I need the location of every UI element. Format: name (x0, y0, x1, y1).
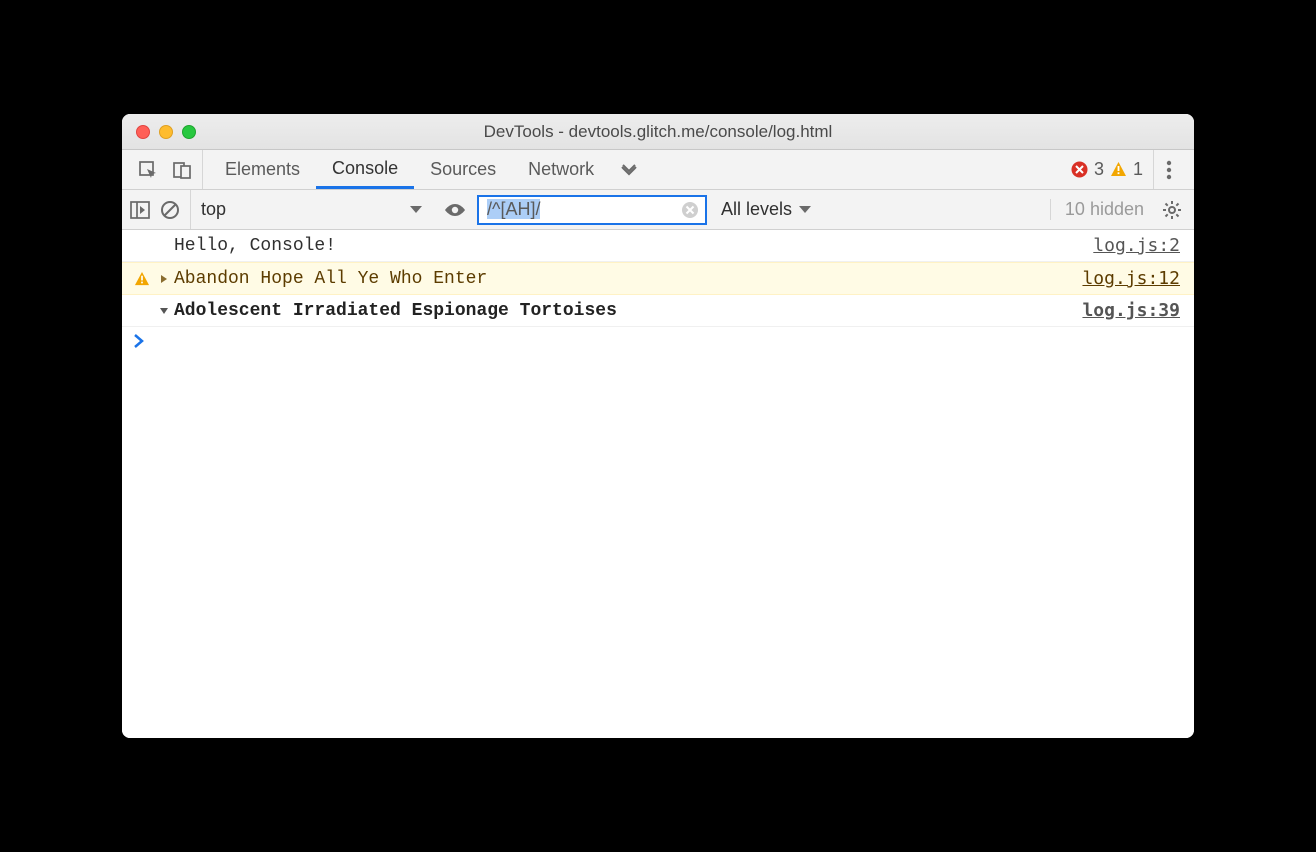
context-value: top (201, 199, 401, 220)
devtools-window: DevTools - devtools.glitch.me/console/lo… (122, 114, 1194, 738)
log-message: Adolescent Irradiated Espionage Tortoise… (174, 301, 1082, 321)
tab-label: Network (528, 159, 594, 180)
tab-network[interactable]: Network (512, 150, 610, 189)
warning-icon (1110, 161, 1127, 178)
log-source-link[interactable]: log.js:12 (1082, 268, 1180, 289)
tab-label: Sources (430, 159, 496, 180)
log-source-link[interactable]: log.js:2 (1093, 235, 1180, 256)
console-settings-icon[interactable] (1154, 200, 1184, 220)
log-message: Abandon Hope All Ye Who Enter (174, 269, 1082, 289)
console-toolbar: top /^[AH]/ All levels 10 hidden (122, 190, 1194, 230)
filter-input-text: /^[AH]/ (487, 199, 542, 220)
issue-badges[interactable]: 3 1 (1071, 150, 1154, 189)
traffic-lights (136, 125, 196, 139)
window-maximize-button[interactable] (182, 125, 196, 139)
inspect-element-icon[interactable] (138, 160, 158, 180)
window-minimize-button[interactable] (159, 125, 173, 139)
device-toolbar-icon[interactable] (172, 160, 192, 180)
disclosure-triangle-icon[interactable] (154, 274, 174, 284)
error-icon (1071, 161, 1088, 178)
kebab-menu-icon[interactable] (1154, 150, 1184, 189)
tab-elements[interactable]: Elements (209, 150, 316, 189)
tab-console[interactable]: Console (316, 150, 414, 189)
disclosure-triangle-icon[interactable] (154, 306, 174, 316)
levels-label: All levels (721, 199, 792, 220)
warning-count: 1 (1133, 159, 1143, 180)
chevron-down-icon (798, 205, 812, 215)
console-row-warn[interactable]: Abandon Hope All Ye Who Enter log.js:12 (122, 262, 1194, 295)
console-sidebar-toggle-icon[interactable] (130, 201, 150, 219)
prompt-chevron-icon (132, 333, 146, 349)
tab-label: Console (332, 158, 398, 179)
log-levels-selector[interactable]: All levels (717, 199, 816, 220)
tabs-overflow-button[interactable] (610, 150, 648, 189)
window-close-button[interactable] (136, 125, 150, 139)
live-expression-icon[interactable] (443, 202, 467, 218)
console-prompt[interactable] (122, 327, 1194, 355)
tab-sources[interactable]: Sources (414, 150, 512, 189)
hidden-messages-count[interactable]: 10 hidden (1050, 199, 1144, 220)
console-row-group[interactable]: Adolescent Irradiated Espionage Tortoise… (122, 295, 1194, 327)
main-tabs-bar: Elements Console Sources Network 3 1 (122, 150, 1194, 190)
log-message: Hello, Console! (174, 236, 1093, 256)
titlebar: DevTools - devtools.glitch.me/console/lo… (122, 114, 1194, 150)
log-source-link[interactable]: log.js:39 (1082, 300, 1180, 321)
tab-label: Elements (225, 159, 300, 180)
console-row-log[interactable]: Hello, Console! log.js:2 (122, 230, 1194, 262)
execution-context-selector[interactable]: top (190, 190, 433, 229)
clear-filter-icon[interactable] (679, 201, 701, 219)
chevron-down-icon (409, 205, 423, 215)
warning-icon (130, 271, 154, 287)
error-count: 3 (1094, 159, 1104, 180)
console-output: Hello, Console! log.js:2 Abandon Hope Al… (122, 230, 1194, 738)
clear-console-icon[interactable] (160, 200, 180, 220)
window-title: DevTools - devtools.glitch.me/console/lo… (122, 122, 1194, 142)
tabs: Elements Console Sources Network (209, 150, 610, 189)
filter-input[interactable]: /^[AH]/ (477, 195, 707, 225)
